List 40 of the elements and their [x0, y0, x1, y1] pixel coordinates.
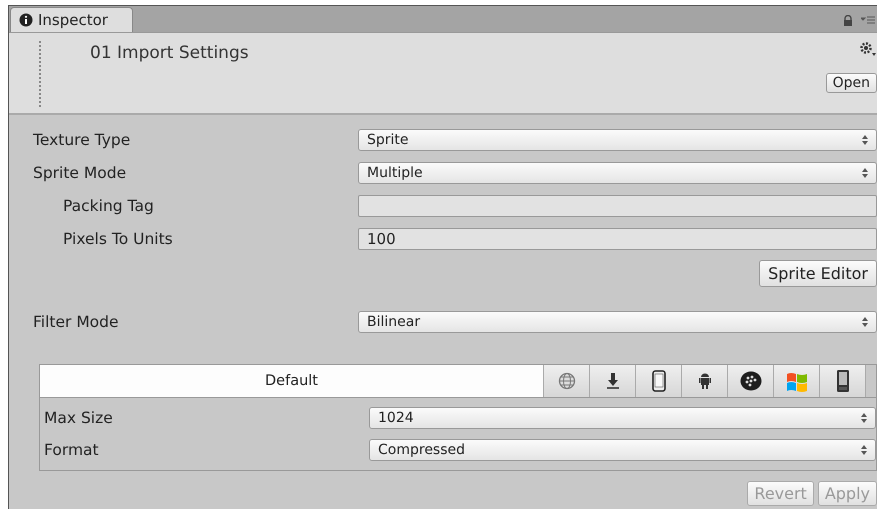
field-label: Format: [44, 441, 100, 459]
platform-tab[interactable]: [682, 365, 728, 397]
up-down-icon: [861, 413, 867, 423]
dropdown[interactable]: 1024: [369, 407, 876, 429]
platform-tab[interactable]: [590, 365, 636, 397]
up-down-icon: [861, 445, 867, 455]
download-icon: [606, 372, 620, 390]
mobile-icon: [836, 369, 850, 393]
settings-icon[interactable]: [859, 41, 877, 57]
lock-icon[interactable]: [843, 14, 853, 26]
open-button[interactable]: Open: [826, 73, 877, 93]
input-field[interactable]: [358, 194, 877, 216]
robot-icon: [698, 372, 710, 390]
phone-icon: [652, 370, 666, 392]
input-field[interactable]: 100: [358, 228, 877, 250]
thumbnail: [39, 41, 44, 107]
platform-tab[interactable]: Default: [40, 365, 544, 397]
info-icon: [19, 13, 33, 27]
field-label: Max Size: [44, 409, 114, 427]
field-label: Pixels To Units: [62, 230, 174, 248]
field-label: Packing Tag: [62, 196, 155, 214]
field-label: Texture Type: [33, 130, 132, 148]
up-down-icon: [862, 134, 868, 144]
menu-icon[interactable]: [861, 15, 875, 25]
globe-icon: [558, 372, 576, 390]
inspector-tab[interactable]: Inspector: [10, 7, 133, 32]
dropdown[interactable]: Compressed: [369, 439, 876, 461]
dropdown[interactable]: Sprite: [358, 128, 877, 150]
dropdown[interactable]: Bilinear: [358, 310, 877, 332]
asset-title: 01 Import Settings: [90, 43, 249, 65]
platform-tab[interactable]: [636, 365, 682, 397]
sprite-editor-button[interactable]: Sprite Editor: [759, 260, 877, 286]
platform-tab[interactable]: [728, 365, 774, 397]
up-down-icon: [862, 316, 868, 326]
field-label: Filter Mode: [33, 312, 120, 330]
dropdown[interactable]: Multiple: [358, 162, 877, 184]
field-label: Sprite Mode: [33, 164, 128, 182]
platform-tab[interactable]: [820, 365, 866, 397]
up-down-icon: [862, 168, 868, 178]
dots-circle-icon: [740, 371, 762, 391]
